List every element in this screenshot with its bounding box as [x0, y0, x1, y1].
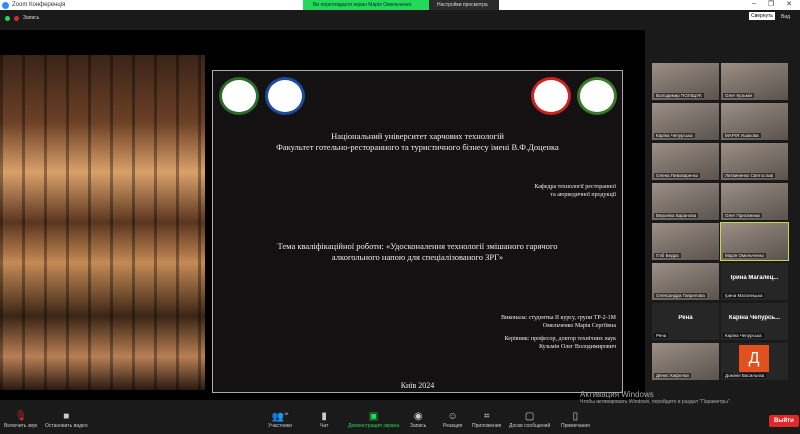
author-line-1: Виконала: студентка II курсу, групи ТР-2… — [501, 315, 616, 321]
slide-city-year: Київ 2024 — [400, 381, 435, 390]
share-banner: Ви переглядаєте екран Марія Омельченко Н… — [303, 0, 499, 14]
share-screen-button[interactable]: ▣ Демонстрация экрана — [348, 411, 399, 429]
participant-display-name: Рена — [678, 315, 693, 321]
participants-icon: 👥16 — [271, 411, 289, 423]
minimize-tooltip: Свернуть — [749, 12, 775, 20]
unmute-button[interactable]: 🎙 Включить звук — [4, 411, 37, 429]
slide-title-2: Факультет готельно-ресторанного та турис… — [276, 142, 559, 152]
participant-tile[interactable]: Каріна Чепурська — [652, 103, 719, 140]
participant-tile[interactable]: МАРІЯ Ушакова — [721, 103, 788, 140]
participant-name: Литвиненко Святослав — [723, 173, 775, 178]
participant-display-name: Ірина Магалец... — [730, 275, 779, 281]
top-bar: Запись — [0, 10, 800, 30]
apps-button[interactable]: ⌗ Приложения — [472, 411, 501, 429]
participant-name: Вероніка Баранова — [654, 213, 699, 218]
participant-tile[interactable]: Олег Присяжнюк — [721, 183, 788, 220]
minimize-button[interactable]: – — [752, 0, 756, 8]
participant-name: Гліб Бедра — [654, 253, 681, 258]
chat-button[interactable]: ▮ Чат — [320, 411, 328, 429]
zoom-logo-icon — [2, 1, 9, 9]
participant-name: Денис Кифелюк — [654, 373, 692, 378]
dept-line-1: Кафедра технології ресторанної — [534, 184, 616, 190]
author-line-2: Омельченко Марія Сергіївна — [542, 323, 616, 329]
theme-line-1: Тема кваліфікаційної роботи: «Удосконале… — [277, 241, 558, 251]
record-icon — [14, 15, 19, 21]
slide-title-1: Національний університет харчових технол… — [331, 131, 504, 141]
participant-name: Олег Присяжнюк — [723, 213, 763, 218]
participant-tile[interactable]: Ірина Магалец... Ірина Магалецька — [721, 263, 788, 300]
participant-name: Олена Пивоваренко — [654, 173, 701, 178]
participant-gallery: Володимир ПОЛІЩУК Олег Кузьмін Каріна Чепу… — [645, 30, 800, 400]
participant-name: Рена — [654, 333, 669, 338]
reactions-button[interactable]: ☺ Реакция — [443, 411, 462, 429]
leave-button[interactable]: Выйти — [769, 415, 799, 427]
participant-tile[interactable]: Володимир ПОЛІЩУК — [652, 63, 719, 100]
dept-line-2: та аюрведичної продукції — [550, 192, 616, 198]
windows-activation-watermark: Активация Windows Чтобы активировать Win… — [580, 390, 732, 405]
muted-mic-icon: 🎙 — [14, 411, 28, 422]
notes-button[interactable]: ▯ Примечания — [561, 411, 590, 429]
participant-tile[interactable]: Д Домінія Васильєва — [721, 343, 788, 380]
share-status: Ви переглядаєте екран Марія Омельченко — [303, 0, 429, 10]
avatar: Д — [739, 345, 769, 372]
close-button[interactable]: ✕ — [786, 0, 792, 8]
partner-logo-icon — [577, 77, 617, 115]
participant-tile[interactable]: Олександра Гаврилова — [652, 263, 719, 300]
whiteboards-button[interactable]: ▢ Доски сообщений — [509, 411, 550, 429]
camera-icon: ■ — [63, 411, 70, 422]
reactions-icon: ☺ — [447, 411, 458, 422]
supervisor-line-1: Керівник: професор, доктор технічних нау… — [504, 336, 616, 342]
participant-tile[interactable]: Денис Кифелюк — [652, 343, 719, 380]
participant-name: Каріна Чепурська — [654, 133, 695, 138]
participant-tile[interactable]: Олена Пивоваренко — [652, 143, 719, 180]
view-options-button[interactable]: Настройки просмотра ⌄ — [429, 0, 499, 14]
chat-icon: ▮ — [321, 411, 327, 422]
participant-tile[interactable]: Каріна Чепурсь... Каріна Чепурська — [721, 303, 788, 340]
notes-icon: ▯ — [572, 411, 579, 422]
whiteboard-icon: ▢ — [524, 411, 535, 422]
apps-icon: ⌗ — [483, 411, 490, 422]
participant-name: Домінія Васильєва — [723, 373, 767, 378]
participant-display-name: Каріна Чепурсь... — [728, 315, 781, 321]
participant-name: Ірина Магалецька — [723, 293, 765, 298]
participants-button[interactable]: 👥16 Участники — [268, 411, 292, 429]
participant-name: Олег Кузьмін — [723, 93, 755, 98]
security-shield-icon[interactable] — [5, 15, 10, 21]
supervisor-line-2: Кузьмін Олег Володимирович — [539, 344, 616, 350]
participant-name: Олександра Гаврилова — [654, 293, 707, 298]
recording-label[interactable]: Запись — [23, 15, 39, 21]
record-icon: ◉ — [413, 411, 423, 422]
restore-button[interactable]: ❐ — [768, 0, 774, 8]
presentation-slide: Національний університет харчових технол… — [212, 70, 623, 393]
university-logo-icon — [219, 77, 259, 115]
participant-name: Володимир ПОЛІЩУК — [654, 93, 704, 98]
video-button[interactable]: ■ Остановить видео — [45, 411, 88, 429]
view-button[interactable]: Вид — [781, 14, 790, 20]
share-screen-icon: ▣ — [368, 411, 379, 422]
participant-tile[interactable]: Олег Кузьмін — [721, 63, 788, 100]
meeting-toolbar: 🎙 Включить звук ■ Остановить видео 👥16 Учас… — [0, 405, 800, 434]
department-logo-icon — [531, 77, 571, 115]
participant-tile[interactable]: Гліб Бедра — [652, 223, 719, 260]
participant-tile[interactable]: Марія Омельченко — [720, 222, 789, 261]
participant-tile[interactable]: Литвиненко Святослав — [721, 143, 788, 180]
theme-line-2: алкогольного напою для спеціалізованого … — [331, 252, 504, 262]
participant-name: Каріна Чепурська — [723, 333, 764, 338]
window-title: Zoom Конференція — [12, 2, 66, 8]
participant-tile[interactable]: Вероніка Баранова — [652, 183, 719, 220]
record-button[interactable]: ◉ Запись — [410, 411, 426, 429]
participant-name: Марія Омельченко — [723, 253, 766, 258]
participant-tile[interactable]: Рена Рена — [652, 303, 719, 340]
participant-name: МАРІЯ Ушакова — [723, 133, 761, 138]
faculty-logo-icon — [265, 77, 305, 115]
wine-shelf-image — [0, 55, 205, 390]
